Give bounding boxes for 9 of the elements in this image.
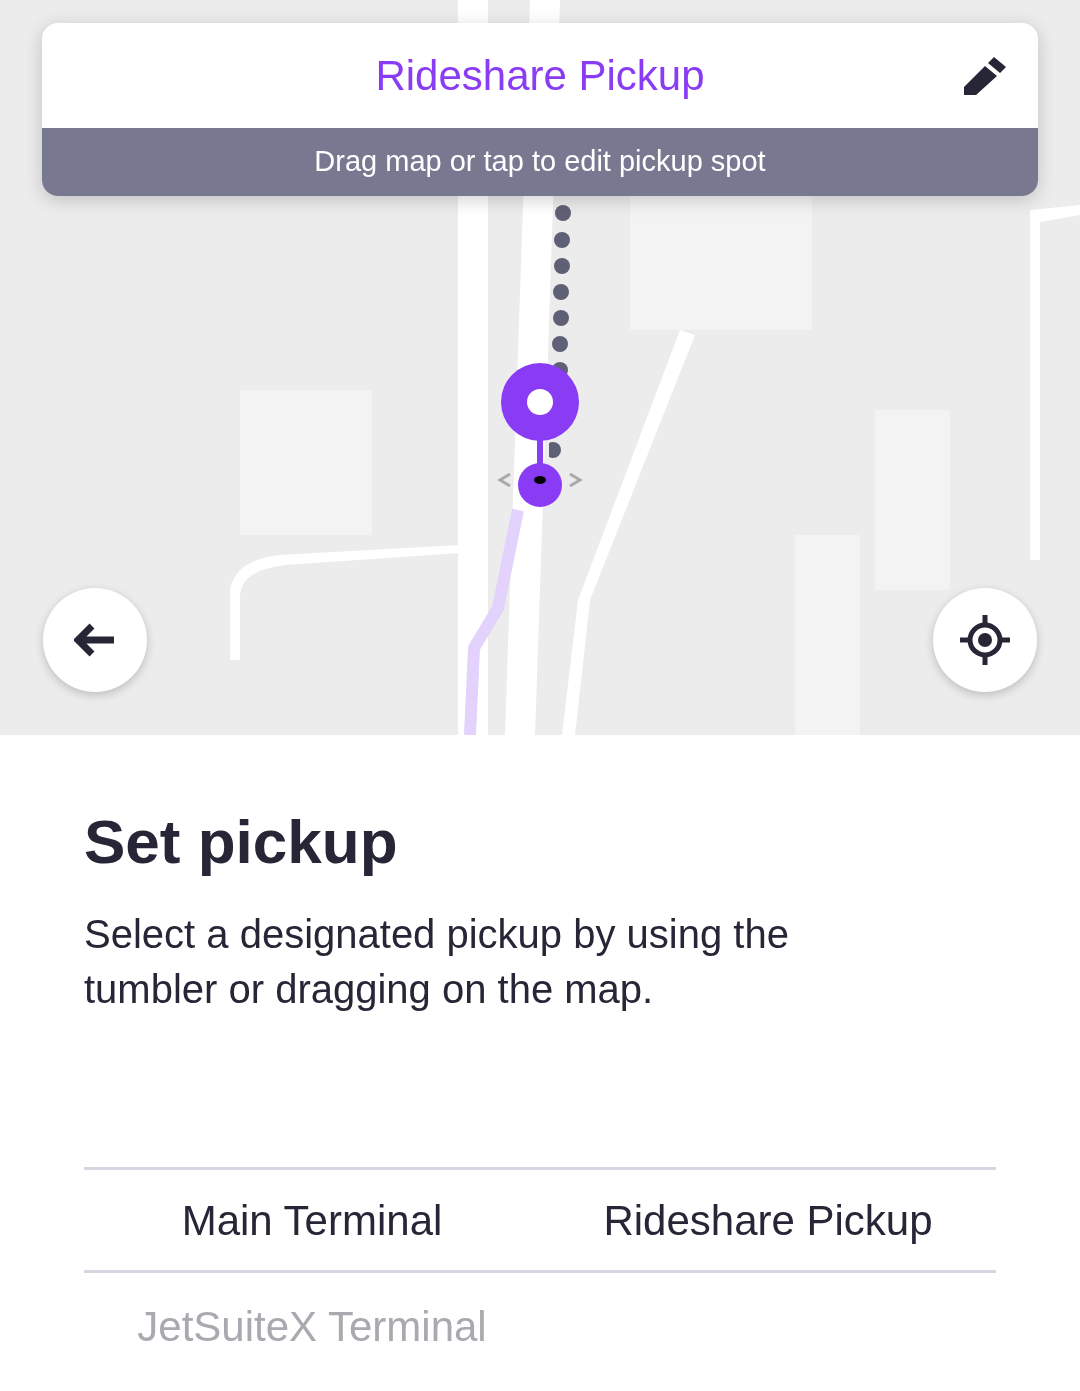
tumbler-option[interactable]: Main Terminal: [84, 1188, 540, 1252]
edit-pencil-icon[interactable]: [964, 55, 1008, 97]
pickup-title: Rideshare Pickup: [375, 54, 705, 97]
sheet-description: Select a designated pickup by using the tumbler or dragging on the map.: [84, 911, 790, 1014]
tumbler-option[interactable]: Rideshare Pickup: [540, 1188, 996, 1252]
back-arrow-icon: [74, 623, 116, 657]
locate-icon: [960, 615, 1010, 665]
hint-text: Drag map or tap to edit pickup spot: [42, 128, 1038, 196]
sheet-title: Set pickup: [84, 806, 399, 878]
